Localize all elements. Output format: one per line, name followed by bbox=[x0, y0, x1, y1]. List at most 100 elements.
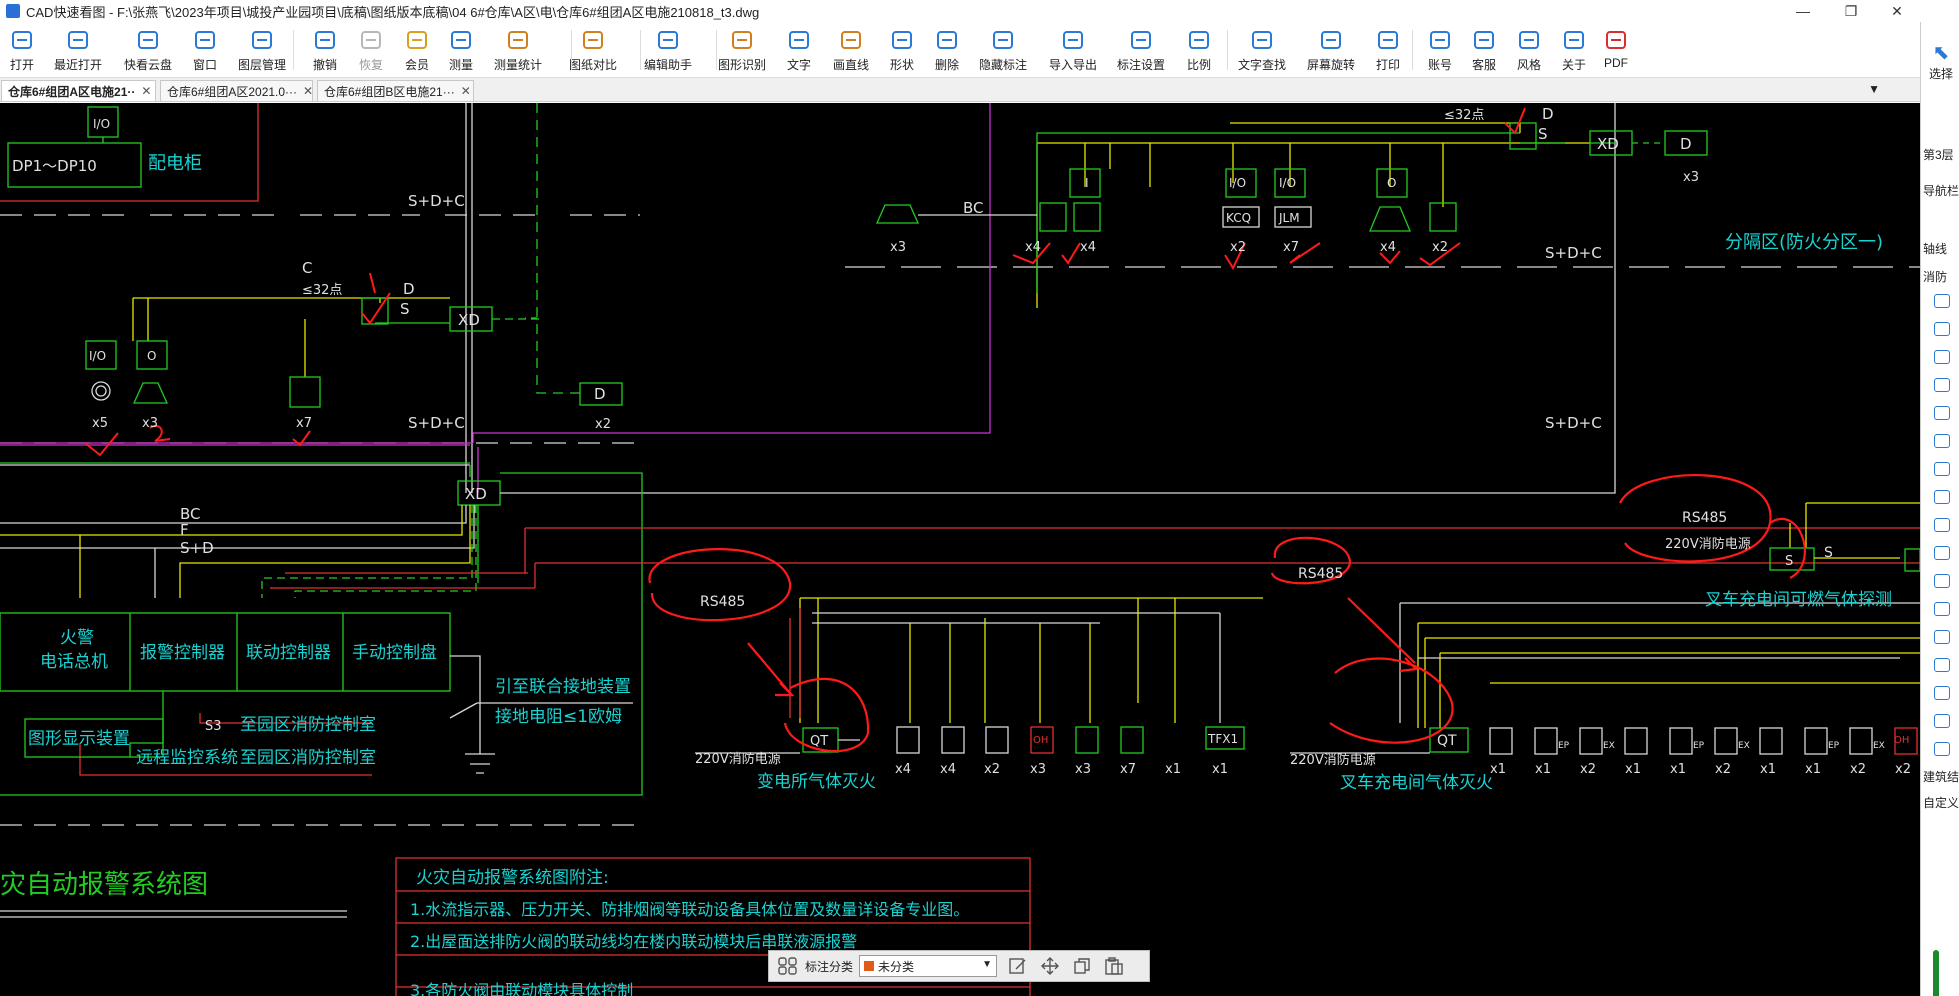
toolbar-edit-assistant-button[interactable]: 编辑助手 bbox=[644, 26, 692, 76]
annotation-category-select[interactable]: 未分类 ▼ bbox=[859, 955, 998, 977]
scrollbar-thumb[interactable] bbox=[1933, 950, 1939, 996]
hide-annotation-icon bbox=[993, 31, 1013, 49]
count-label: x7 bbox=[1283, 240, 1299, 255]
toolbar-user-button[interactable]: 账号 bbox=[1418, 26, 1462, 76]
symbol-icon[interactable] bbox=[1934, 742, 1950, 756]
toolbar-headset-button[interactable]: 客服 bbox=[1462, 26, 1506, 76]
symbol-icon[interactable] bbox=[1934, 350, 1950, 364]
power-label: 220V消防电源 bbox=[1290, 752, 1376, 768]
toolbar-vip-button[interactable]: 会员 bbox=[395, 26, 439, 76]
tab-document-3[interactable]: 仓库6#组团B区电施21··· ✕ bbox=[317, 80, 474, 101]
tab-document-2[interactable]: 仓库6#组团A区2021.0··· ✕ bbox=[160, 80, 313, 101]
paste-icon[interactable] bbox=[1103, 956, 1125, 976]
toolbar-rotate-screen-button[interactable]: 屏幕旋转 bbox=[1307, 26, 1355, 76]
toolbar-label: 画直线 bbox=[832, 58, 869, 72]
to-fire-room-label: 至园区消防控制室 bbox=[240, 715, 376, 735]
sd-label: S+D bbox=[180, 539, 214, 557]
symbol-icon[interactable] bbox=[1934, 378, 1950, 392]
pdf-icon bbox=[1606, 31, 1626, 49]
qt-label: QT bbox=[810, 734, 828, 749]
symbol-icon[interactable] bbox=[1934, 630, 1950, 644]
count-label: x5 bbox=[92, 416, 108, 431]
symbol-icon[interactable] bbox=[1934, 658, 1950, 672]
move-icon[interactable] bbox=[1039, 956, 1061, 976]
symbol-icon[interactable] bbox=[1934, 518, 1950, 532]
power-label: 220V消防电源 bbox=[1665, 536, 1751, 552]
toolbar-folder-open-button[interactable]: 打开 bbox=[0, 26, 44, 76]
toolbar-style-button[interactable]: 风格 bbox=[1507, 26, 1551, 76]
toolbar-ruler-button[interactable]: 测量 bbox=[439, 26, 483, 76]
toolbar-shape-recognize-button[interactable]: 图形识别 bbox=[718, 26, 766, 76]
ground-label: 引至联合接地装置 bbox=[495, 677, 631, 697]
system-title: 灾自动报警系统图 bbox=[0, 870, 208, 900]
toolbar-undo-button[interactable]: 撤销 bbox=[303, 26, 347, 76]
shape-icon bbox=[892, 31, 912, 49]
tab-list-dropdown[interactable]: ▼ bbox=[1868, 82, 1880, 96]
toolbar-cloud-button[interactable]: 快看云盘 bbox=[124, 26, 172, 76]
toolbar-pdf-button[interactable]: PDF bbox=[1594, 26, 1638, 76]
symbol-icon[interactable] bbox=[1934, 490, 1950, 504]
symbol-icon[interactable] bbox=[1934, 294, 1950, 308]
toolbar-text-button[interactable]: 文字 bbox=[777, 26, 821, 76]
minimize-button[interactable]: — bbox=[1780, 0, 1826, 22]
ruler-icon bbox=[451, 31, 471, 49]
rs485-label: RS485 bbox=[1298, 566, 1343, 582]
copy-icon[interactable] bbox=[1071, 956, 1093, 976]
layer-label[interactable]: 第3层 bbox=[1923, 146, 1959, 163]
toolbar-eraser-button[interactable]: 删除 bbox=[925, 26, 969, 76]
toolbar-layers-button[interactable]: 图层管理 bbox=[238, 26, 286, 76]
toolbar-clock-button[interactable]: 最近打开 bbox=[54, 26, 102, 76]
toolbar-measure-stats-button[interactable]: 测量统计 bbox=[494, 26, 543, 76]
select-tool-button[interactable]: ⬉ 选择 bbox=[1923, 40, 1959, 88]
symbol-icon[interactable] bbox=[1934, 434, 1950, 448]
axis-label[interactable]: 轴线 bbox=[1923, 240, 1959, 257]
vip-icon bbox=[407, 31, 427, 49]
count-label: x2 bbox=[1230, 240, 1246, 255]
toolbar-shape-button[interactable]: 形状 bbox=[880, 26, 924, 76]
symbol-icon[interactable] bbox=[1934, 546, 1950, 560]
xd-label: XD bbox=[1597, 135, 1619, 153]
close-icon[interactable]: ✕ bbox=[461, 84, 471, 98]
rs485-label: RS485 bbox=[1682, 510, 1727, 526]
count-label: x4 bbox=[895, 762, 911, 777]
symbol-icon[interactable] bbox=[1934, 322, 1950, 336]
edit-icon[interactable] bbox=[1007, 956, 1029, 976]
toolbar-scale-button[interactable]: 比例 bbox=[1177, 26, 1221, 76]
toolbar-label: 打开 bbox=[9, 58, 34, 72]
toolbar-text-search-button[interactable]: 文字查找 bbox=[1238, 26, 1286, 76]
symbol-icon[interactable] bbox=[1934, 686, 1950, 700]
tab-document-1[interactable]: 仓库6#组团A区电施21·· ✕ bbox=[1, 80, 156, 101]
toolbar-label: 测量统计 bbox=[494, 58, 543, 72]
toolbar-separator bbox=[1227, 30, 1228, 70]
toolbar-label: 窗口 bbox=[192, 58, 217, 72]
toolbar-info-button[interactable]: 关于 bbox=[1552, 26, 1596, 76]
close-icon[interactable]: ✕ bbox=[303, 84, 312, 98]
s3-label: S3 bbox=[205, 719, 222, 734]
close-button[interactable]: ✕ bbox=[1874, 0, 1920, 22]
toolbar-annotation-settings-button[interactable]: 标注设置 bbox=[1117, 26, 1165, 76]
toolbar-hide-annotation-button[interactable]: 隐藏标注 bbox=[979, 26, 1027, 76]
fire-category-label[interactable]: 消防 bbox=[1923, 268, 1959, 285]
toolbar-redo-button[interactable]: 恢复 bbox=[349, 26, 393, 76]
symbol-icon[interactable] bbox=[1934, 462, 1950, 476]
toolbar-window-button[interactable]: 窗口 bbox=[183, 26, 227, 76]
i-module-label: I bbox=[1085, 176, 1089, 190]
count-label: x3 bbox=[142, 416, 158, 431]
symbol-icon[interactable] bbox=[1934, 602, 1950, 616]
toolbar-import-export-button[interactable]: 导入导出 bbox=[1049, 26, 1097, 76]
symbol-icon[interactable] bbox=[1934, 574, 1950, 588]
close-icon[interactable]: ✕ bbox=[141, 84, 151, 98]
toolbar-line-button[interactable]: 画直线 bbox=[829, 26, 873, 76]
toolbar-print-button[interactable]: 打印 bbox=[1366, 26, 1410, 76]
maximize-button[interactable]: ❐ bbox=[1828, 0, 1874, 22]
building-category-label[interactable]: 建筑结 bbox=[1923, 768, 1959, 785]
toolbar-compare-button[interactable]: 图纸对比 bbox=[569, 26, 617, 76]
select-label: 选择 bbox=[1928, 67, 1953, 81]
custom-category-label[interactable]: 自定义 bbox=[1923, 794, 1959, 811]
drawing-canvas[interactable]: DP1～DP10 配电柜 I/O S+D+C S+D+C S+D+C S+D+C… bbox=[0, 103, 1920, 996]
symbol-icon[interactable] bbox=[1934, 406, 1950, 420]
toolbar-label: 删除 bbox=[934, 58, 959, 72]
nav-label[interactable]: 导航栏 bbox=[1923, 182, 1959, 199]
grid-icon[interactable] bbox=[777, 957, 799, 975]
symbol-icon[interactable] bbox=[1934, 714, 1950, 728]
